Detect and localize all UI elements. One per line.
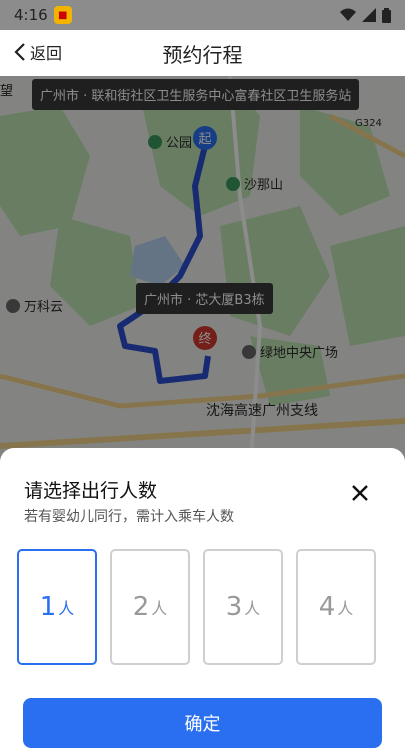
notification-app-icon: ■	[53, 6, 72, 24]
svg-text:终: 终	[198, 331, 211, 347]
back-label: 返回	[30, 44, 63, 63]
svg-text:起: 起	[198, 132, 211, 147]
page-title: 预约行程	[162, 42, 243, 67]
wifi-icon	[340, 8, 356, 21]
chevron-left-icon	[14, 43, 25, 61]
close-button[interactable]	[345, 478, 375, 508]
poi-shanashan: 沙那山	[226, 174, 283, 193]
park-icon	[148, 134, 162, 149]
close-icon	[352, 485, 368, 501]
passenger-count-sheet: 请选择出行人数 若有婴幼儿同行，需计入乘车人数 1人 2人 3人 4人 确定	[0, 448, 405, 748]
road-code: G324	[355, 118, 382, 129]
passenger-option-1[interactable]: 1人	[17, 549, 97, 665]
confirm-button[interactable]: 确定	[23, 698, 382, 748]
sheet-title: 请选择出行人数	[24, 480, 158, 502]
route-map[interactable]: 起 终 广州市 · 联和街社区卫生服务中心富春社区卫生服务站 广州市 · 芯大厦…	[0, 76, 405, 476]
sheet-subtitle: 若有婴幼儿同行，需计入乘车人数	[24, 509, 234, 525]
status-time: 4:16	[14, 6, 48, 24]
passenger-option-4[interactable]: 4人	[296, 549, 376, 665]
signal-icon	[362, 8, 376, 22]
passenger-option-3[interactable]: 3人	[203, 549, 283, 665]
poi-vanke: 万科云	[6, 296, 63, 315]
mountain-icon	[226, 176, 240, 191]
start-location-label: 广州市 · 联和街社区卫生服务中心富春社区卫生服务站	[32, 79, 360, 110]
end-pin-icon: 终	[193, 326, 217, 350]
map-edge-text: 望	[0, 84, 14, 99]
passenger-option-2[interactable]: 2人	[110, 549, 190, 665]
location-icon	[242, 344, 256, 359]
poi-greenland: 绿地中央广场	[242, 342, 338, 361]
status-bar: 4:16 ■	[0, 0, 405, 30]
end-location-label: 广州市 · 芯大厦B3栋	[136, 283, 273, 314]
battery-icon	[382, 7, 391, 23]
passenger-options: 1人 2人 3人 4人	[17, 549, 376, 665]
start-pin-icon: 起	[193, 126, 217, 150]
poi-park: 公园	[148, 132, 192, 151]
location-icon	[6, 298, 20, 313]
nav-bar: 返回 预约行程	[0, 30, 405, 76]
back-button[interactable]: 返回	[14, 40, 62, 64]
road-label: 沈海高速广州支线	[206, 403, 318, 419]
